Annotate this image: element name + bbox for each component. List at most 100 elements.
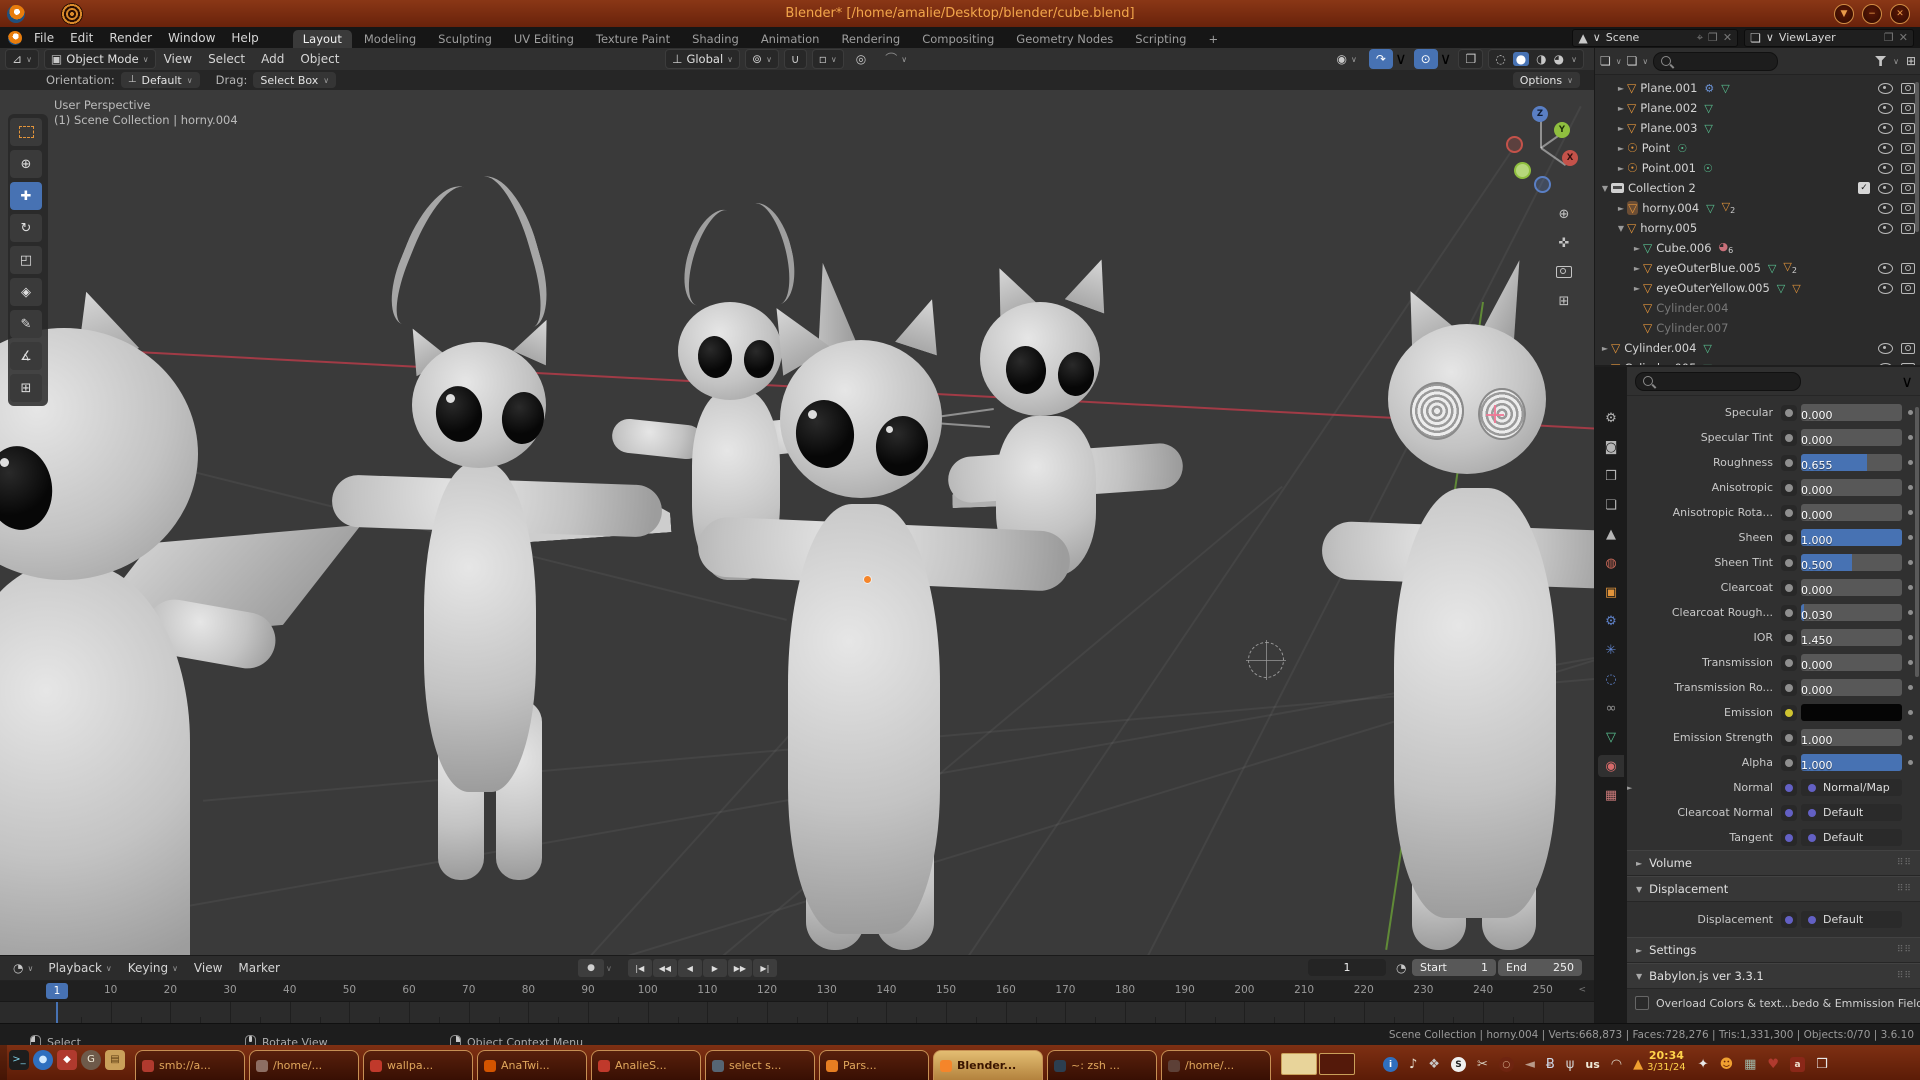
object-name[interactable]: Cylinder.004 bbox=[1656, 301, 1728, 315]
menu-file[interactable]: File bbox=[26, 31, 62, 45]
snap-toggle[interactable]: ∪ bbox=[784, 49, 807, 69]
gizmo-x-axis[interactable]: X bbox=[1562, 150, 1578, 166]
panel-grip-icon[interactable]: ⠿⠿ bbox=[1897, 971, 1912, 981]
visibility-eye-icon[interactable] bbox=[1878, 103, 1893, 114]
property-slider[interactable]: 0.500 bbox=[1801, 554, 1902, 571]
viewport-menu-view[interactable]: View bbox=[156, 52, 200, 66]
render-camera-icon[interactable] bbox=[1901, 203, 1915, 214]
properties-tab-physics[interactable]: ◌ bbox=[1598, 668, 1624, 690]
timeline-track[interactable] bbox=[0, 1002, 1594, 1025]
property-slider[interactable]: 1.000 bbox=[1801, 729, 1902, 746]
render-camera-icon[interactable] bbox=[1901, 103, 1915, 114]
timeline-menu-keying[interactable]: Keying∨ bbox=[120, 961, 186, 975]
tray-notification-icon[interactable]: ✦ bbox=[1698, 1058, 1709, 1071]
auto-key-dropdown[interactable]: ∨ bbox=[606, 964, 612, 973]
scroll-left-arrow[interactable]: < bbox=[1578, 985, 1586, 995]
tray-window-icon[interactable]: ❒ bbox=[1816, 1058, 1828, 1071]
keyframe-decorator[interactable] bbox=[1908, 760, 1913, 765]
object-name[interactable]: Plane.002 bbox=[1640, 101, 1697, 115]
properties-tab-render[interactable]: ◙ bbox=[1598, 436, 1624, 458]
socket-button[interactable] bbox=[1781, 630, 1797, 646]
workspace-tab-modeling[interactable]: Modeling bbox=[354, 30, 426, 48]
frame-end-field[interactable]: End250 bbox=[1498, 959, 1582, 976]
property-slider[interactable]: 0.000 bbox=[1801, 504, 1902, 521]
taskbar-window-blender[interactable]: Blender... bbox=[933, 1050, 1043, 1080]
play-reverse-button[interactable]: ◀ bbox=[678, 959, 702, 977]
socket-button[interactable] bbox=[1781, 912, 1797, 928]
expand-arrow[interactable]: ► bbox=[1615, 124, 1627, 133]
preview-range-icon[interactable]: ◔ bbox=[1389, 958, 1413, 978]
outliner-row-plane-003[interactable]: ►▽Plane.003▽ bbox=[1595, 118, 1920, 138]
socket-button[interactable] bbox=[1781, 655, 1797, 671]
color-swatch[interactable] bbox=[1801, 704, 1902, 721]
object-name[interactable]: eyeOuterYellow.005 bbox=[1656, 281, 1770, 295]
pager-desktop-2[interactable] bbox=[1319, 1053, 1355, 1075]
socket-button[interactable] bbox=[1781, 680, 1797, 696]
panel-grip-icon[interactable]: ⠿⠿ bbox=[1897, 884, 1912, 894]
taskbar-window-wallpa[interactable]: wallpa... bbox=[363, 1050, 473, 1080]
overlays-toggle[interactable]: ⊙ bbox=[1414, 49, 1438, 69]
orientation-default-dropdown[interactable]: ⊥Default∨ bbox=[121, 72, 200, 88]
properties-search-input[interactable] bbox=[1658, 374, 1752, 388]
tray-wifi-icon[interactable]: ◠ bbox=[1611, 1058, 1622, 1071]
checkbox[interactable] bbox=[1635, 996, 1649, 1010]
keyframe-decorator[interactable] bbox=[1908, 710, 1913, 715]
object-name[interactable]: eyeOuterBlue.005 bbox=[1656, 261, 1761, 275]
xray-toggle[interactable]: ❐ bbox=[1458, 49, 1483, 69]
viewport-3d[interactable]: User Perspective (1) Scene Collection | … bbox=[0, 90, 1594, 955]
tray-info-icon[interactable]: i bbox=[1383, 1057, 1398, 1072]
tray-maps-icon[interactable]: ♥ bbox=[1767, 1058, 1779, 1071]
expand-arrow[interactable]: ► bbox=[1615, 164, 1627, 173]
properties-tab-view-layer[interactable]: ❏ bbox=[1598, 494, 1624, 516]
object-name[interactable]: Cylinder.004 bbox=[1624, 341, 1696, 355]
object-name[interactable]: Plane.001 bbox=[1640, 81, 1697, 95]
timeline-menu-marker[interactable]: Marker bbox=[230, 961, 287, 975]
tray-usb-icon[interactable]: ψ bbox=[1566, 1058, 1575, 1071]
gizmo-y-axis[interactable]: Y bbox=[1554, 122, 1570, 138]
navigation-gizmo[interactable]: Z Y X bbox=[1496, 106, 1586, 196]
object-name[interactable]: Point bbox=[1642, 141, 1671, 155]
camera-view-icon[interactable] bbox=[1552, 260, 1576, 284]
tray-music-icon[interactable]: ♪ bbox=[1409, 1058, 1417, 1071]
render-camera-icon[interactable] bbox=[1901, 83, 1915, 94]
jump-to-start-button[interactable]: |◀ bbox=[628, 959, 652, 977]
keyframe-decorator[interactable] bbox=[1908, 660, 1913, 665]
outliner-row-point[interactable]: ►☉Point☉ bbox=[1595, 138, 1920, 158]
property-dropdown[interactable]: Default bbox=[1801, 829, 1902, 846]
panel-header-volume[interactable]: ►Volume⠿⠿ bbox=[1627, 850, 1920, 876]
keyframe-decorator[interactable] bbox=[1908, 435, 1913, 440]
workspace-tab-compositing[interactable]: Compositing bbox=[912, 30, 1004, 48]
keyframe-decorator[interactable] bbox=[1908, 585, 1913, 590]
expand-arrow[interactable]: ► bbox=[1615, 204, 1627, 213]
outliner-editor-icon[interactable]: ❏ bbox=[1600, 55, 1611, 67]
property-slider[interactable]: 0.000 bbox=[1801, 579, 1902, 596]
outliner-row-cylinder-005[interactable]: ►▽Cylinder.005▽ bbox=[1595, 358, 1920, 365]
new-viewlayer-icon[interactable]: ❐ bbox=[1884, 31, 1894, 44]
jump-to-end-button[interactable]: ▶| bbox=[753, 959, 777, 977]
properties-scrollbar[interactable] bbox=[1915, 407, 1919, 677]
tray-calculator-icon[interactable]: ▦ bbox=[1744, 1058, 1756, 1071]
outliner-row-cylinder-004[interactable]: ►▽Cylinder.004▽ bbox=[1595, 338, 1920, 358]
menu-render[interactable]: Render bbox=[101, 31, 160, 45]
tray-volume-icon[interactable]: ◄ bbox=[1525, 1058, 1535, 1071]
property-dropdown[interactable]: Default bbox=[1801, 911, 1902, 928]
socket-button[interactable] bbox=[1781, 555, 1797, 571]
gizmo-toggle[interactable]: ↷ bbox=[1369, 49, 1393, 69]
taskbar-clock[interactable]: 20:343/31/24 bbox=[1647, 1049, 1686, 1074]
outliner-row-plane-001[interactable]: ►▽Plane.001⚙▽ bbox=[1595, 78, 1920, 98]
timeline-editor-icon[interactable]: ◔∨ bbox=[6, 958, 40, 978]
socket-button[interactable] bbox=[1781, 605, 1797, 621]
filter-icon[interactable] bbox=[1875, 56, 1886, 66]
panel-header-displacement[interactable]: ▼Displacement⠿⠿ bbox=[1627, 876, 1920, 902]
menu-edit[interactable]: Edit bbox=[62, 31, 101, 45]
socket-button[interactable] bbox=[1781, 530, 1797, 546]
taskbar-window-anatwi[interactable]: AnaTwi... bbox=[477, 1050, 587, 1080]
pivot-selector[interactable]: ⊚∨ bbox=[745, 49, 779, 69]
keyframe-decorator[interactable] bbox=[1908, 485, 1913, 490]
properties-tab-material[interactable]: ◉ bbox=[1598, 755, 1624, 777]
outliner-search-input[interactable] bbox=[1676, 54, 1770, 68]
taskbar-window-zsh[interactable]: ~: zsh ... bbox=[1047, 1050, 1157, 1080]
workspace-tab-rendering[interactable]: Rendering bbox=[831, 30, 910, 48]
tool-scale[interactable]: ◰ bbox=[10, 246, 42, 274]
tray-scissors-icon[interactable]: ✂ bbox=[1477, 1058, 1488, 1071]
